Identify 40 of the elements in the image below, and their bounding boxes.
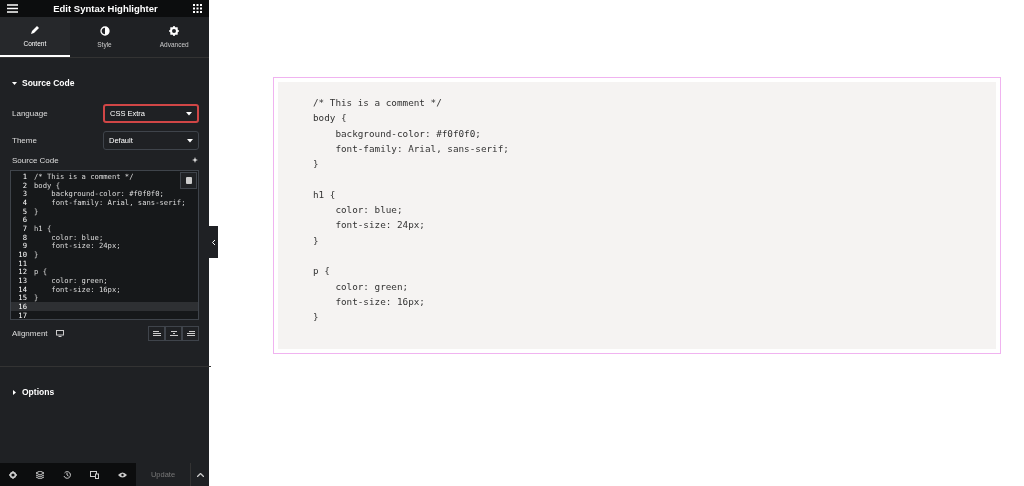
code-line: p {: [313, 264, 331, 279]
sparkle-icon[interactable]: [192, 157, 199, 164]
grid-icon[interactable]: [193, 4, 202, 13]
history-icon[interactable]: [63, 470, 71, 479]
field-label: Language: [12, 109, 48, 118]
trash-icon[interactable]: [180, 172, 197, 189]
code-line: color: green;: [334, 279, 410, 294]
menu-icon[interactable]: [7, 4, 18, 13]
code-line: /* This is a comment */: [313, 96, 443, 110]
align-right-icon[interactable]: [182, 326, 199, 341]
collapse-handle[interactable]: [209, 226, 218, 258]
code-line: font-size: 16px;: [334, 294, 426, 309]
code-line: }: [313, 310, 320, 325]
code-line: font-size: 24px;: [334, 218, 426, 233]
code-line: color: blue;: [334, 203, 404, 218]
field-label: Source Code: [12, 156, 59, 165]
desktop-icon[interactable]: [55, 330, 64, 337]
code-line: }: [313, 157, 320, 172]
panel-title: Edit Syntax Highlighter: [53, 3, 158, 14]
section-header[interactable]: Options: [12, 382, 199, 402]
align-left-icon[interactable]: [148, 326, 165, 341]
section-header[interactable]: Source Code: [12, 73, 199, 93]
layers-icon[interactable]: [36, 470, 45, 479]
eye-icon[interactable]: [117, 471, 127, 478]
caret-right-icon: [12, 389, 17, 395]
field-label: Theme: [12, 136, 37, 145]
caret-down-icon: [12, 80, 17, 86]
code-line: body {: [313, 111, 348, 126]
field-label: Alignment: [12, 329, 48, 338]
code-line: h1 {: [313, 187, 337, 202]
align-center-icon[interactable]: [165, 326, 182, 341]
caret-down-icon: [186, 111, 192, 116]
code-line: background-color: #f0f0f0;: [334, 126, 482, 141]
pencil-icon: [29, 25, 40, 35]
code-line: }: [313, 233, 320, 248]
contrast-icon: [99, 26, 110, 36]
responsive-icon[interactable]: [89, 470, 99, 479]
caret-down-icon: [187, 138, 193, 143]
code-editor[interactable]: [10, 170, 199, 320]
code-line: font-family: Arial, sans-serif;: [334, 141, 510, 156]
